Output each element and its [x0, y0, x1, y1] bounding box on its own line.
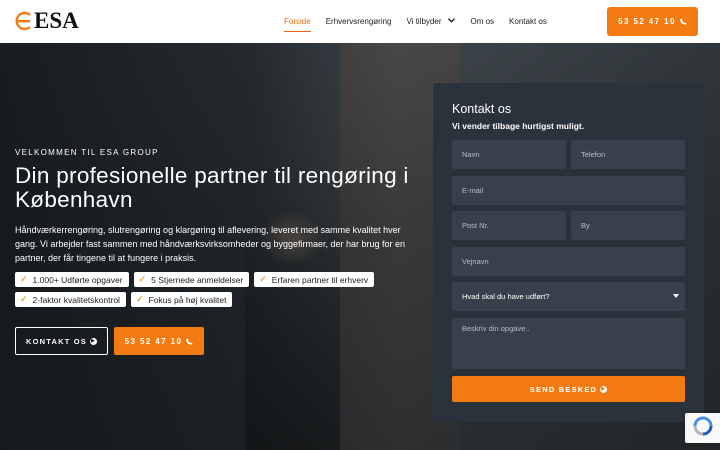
- field-placeholder: Navn: [462, 150, 480, 159]
- site-header: ESA Forside Erhvervsrengøring Vi tilbyde…: [0, 0, 720, 43]
- street-field[interactable]: Vejnavn: [452, 247, 685, 276]
- logo-text: ESA: [34, 8, 79, 33]
- contact-form-title: Kontakt os: [452, 102, 512, 116]
- logo[interactable]: ESA: [15, 8, 79, 33]
- button-label: KONTAKT OS: [25, 336, 88, 346]
- task-select[interactable]: Hvad skal du have udført?: [452, 282, 685, 311]
- name-field[interactable]: Navn: [452, 140, 566, 169]
- chevron-down-icon: [448, 18, 456, 25]
- phone-icon: [186, 337, 193, 345]
- nav-item-om-os[interactable]: Om os: [470, 0, 494, 43]
- feature-badge: ✓ Fokus på høj kvalitet: [130, 292, 233, 307]
- zip-field[interactable]: Post Nr.: [452, 211, 566, 240]
- phone-field[interactable]: Telefon: [571, 140, 685, 169]
- feature-badges: ✓ 1.000+ Udførte opgaver ✓ 5 Stjernede anm…: [15, 272, 415, 312]
- contact-form-subtitle: Vi vender tilbage hurtigst muligt.: [452, 121, 585, 131]
- badge-label: Fokus på høj kvalitet: [148, 294, 227, 305]
- recaptcha-badge[interactable]: [685, 413, 720, 443]
- feature-badge: ✓ 2-faktor kvalitetskontrol: [15, 292, 126, 307]
- arrow-right-circle-icon: ▶: [90, 337, 98, 345]
- nav-item-kontakt-os[interactable]: Kontakt os: [509, 0, 547, 43]
- caret-down-icon: [673, 294, 679, 298]
- nav-item-vi-tilbyder[interactable]: Vi tilbyder: [407, 0, 456, 43]
- check-icon: ✓: [138, 274, 147, 284]
- badge-label: Erfaren partner til erhverv: [271, 274, 369, 285]
- hero-phone-button[interactable]: 53 52 47 10: [114, 327, 204, 355]
- contact-form-card: Kontakt os Vi vender tilbage hurtigst mu…: [433, 83, 704, 422]
- arrow-right-circle-icon: ▶: [600, 385, 608, 393]
- field-placeholder: Beskriv din opgave..: [462, 324, 530, 333]
- check-icon: ✓: [20, 274, 28, 284]
- logo-mark-icon: [15, 10, 33, 32]
- nav-item-label: Vi tilbyder: [406, 17, 442, 26]
- check-icon: ✓: [20, 294, 28, 304]
- header-phone-button[interactable]: 53 52 47 10: [607, 7, 698, 36]
- feature-badge: ✓ Erfaren partner til erhverv: [254, 272, 375, 287]
- phone-icon: [679, 18, 687, 25]
- check-icon: ✓: [259, 274, 267, 284]
- hero-eyebrow: VELKOMMEN TIL ESA GROUP: [15, 148, 159, 157]
- main-nav: Forside Erhvervsrengøring Vi tilbyder Om…: [284, 0, 562, 43]
- field-placeholder: E-mail: [462, 186, 484, 195]
- badge-label: 1.000+ Udførte opgaver: [32, 274, 123, 285]
- field-placeholder: Post Nr.: [462, 221, 489, 230]
- phone-number: 53 52 47 10: [618, 17, 676, 26]
- send-message-button[interactable]: SEND BESKED ▶: [452, 376, 685, 402]
- email-field[interactable]: E-mail: [452, 176, 685, 205]
- hero-title: Din profesionelle partner til rengøring …: [15, 163, 409, 212]
- badge-label: 5 Stjernede anmeldelser: [151, 274, 244, 285]
- city-field[interactable]: By: [571, 211, 685, 240]
- select-value: Hvad skal du have udført?: [462, 292, 550, 301]
- feature-badge: ✓ 5 Stjernede anmeldelser: [133, 272, 250, 287]
- description-textarea[interactable]: Beskriv din opgave..: [452, 318, 685, 369]
- button-label: SEND BESKED: [529, 384, 598, 394]
- feature-badge: ✓ 1.000+ Udførte opgaver: [15, 272, 129, 287]
- check-icon: ✓: [135, 294, 144, 304]
- nav-item-erhvervsrengoring[interactable]: Erhvervsrengøring: [326, 0, 392, 43]
- field-placeholder: By: [581, 221, 590, 230]
- field-placeholder: Vejnavn: [462, 257, 489, 266]
- recaptcha-icon: [693, 416, 713, 441]
- badge-label: 2-faktor kvalitetskontrol: [32, 294, 120, 305]
- kontakt-os-button[interactable]: KONTAKT OS ▶: [15, 327, 108, 355]
- nav-item-forside[interactable]: Forside: [284, 0, 311, 43]
- field-placeholder: Telefon: [581, 150, 606, 159]
- hero-description: Håndværkerrengøring, slutrengøring og kl…: [15, 225, 406, 264]
- phone-number: 53 52 47 10: [124, 336, 183, 346]
